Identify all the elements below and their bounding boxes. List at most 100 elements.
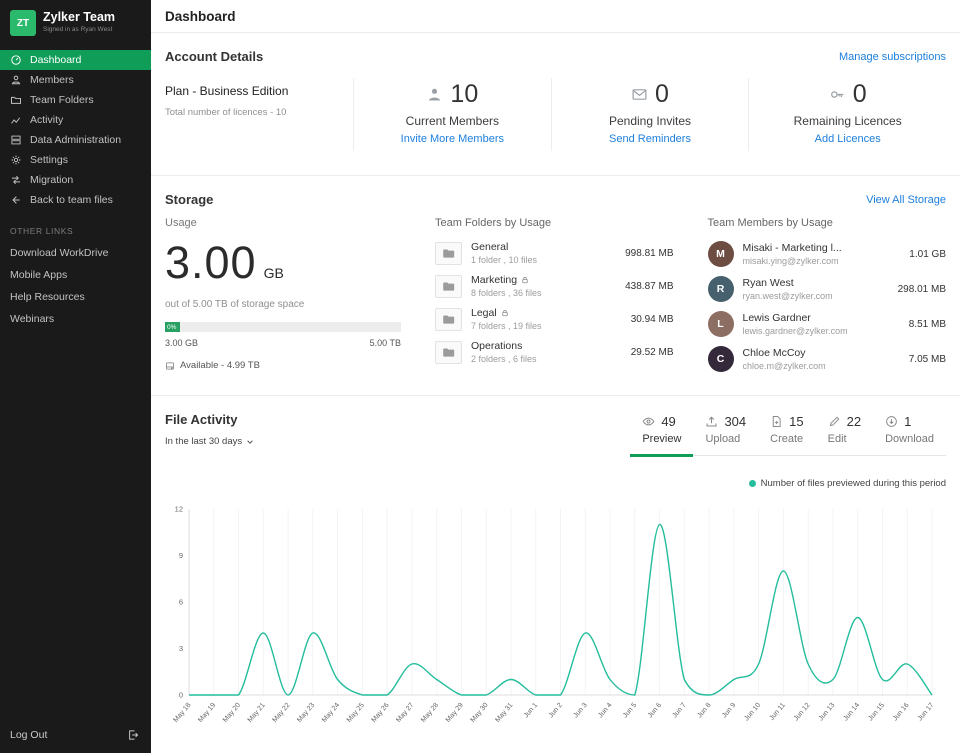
storage-section: Storage View All Storage Usage 3.00GB ou… [151,176,960,396]
svg-text:May 20: May 20 [222,702,242,724]
svg-text:12: 12 [175,505,183,514]
add-licences-link[interactable]: Add Licences [815,133,881,145]
team-folders-usage-panel: Team Folders by Usage General 1 folder ,… [435,217,674,381]
storage-usage-panel: Usage 3.00GB out of 5.00 TB of storage s… [165,217,401,381]
folder-usage-row-marketing[interactable]: Marketing 8 folders , 36 files 438.87 MB [435,274,674,298]
svg-text:Jun 5: Jun 5 [622,702,638,720]
other-links-title: OTHER LINKS [10,226,141,236]
sidebar-item-members[interactable]: Members [0,70,151,90]
app-root: ZT Zylker Team Signed in as Ryan West Da… [0,0,960,753]
avatar: L [708,311,734,337]
storage-available: Available - 4.99 TB [165,360,401,371]
sidebar-item-team-folders[interactable]: Team Folders [0,90,151,110]
member-usage-row-lewis-gardner[interactable]: L Lewis Gardner lewis.gardner@zylker.com… [708,311,947,337]
svg-text:Jun 16: Jun 16 [892,702,911,723]
account-details-title: Account Details [165,49,263,64]
svg-text:Jun 12: Jun 12 [793,702,812,723]
other-link-webinars[interactable]: Webinars [10,313,141,325]
folder-icon [435,341,462,364]
storage-progress-fill: 0% [165,322,180,332]
svg-text:Jun 15: Jun 15 [867,702,886,723]
member-usage-row-chloe-mccoy[interactable]: C Chloe McCoy chloe.m@zylker.com 7.05 MB [708,346,947,372]
sidebar-item-back-to-team-files[interactable]: Back to team files [0,190,151,210]
svg-text:Jun 8: Jun 8 [696,702,712,720]
sidebar-item-dashboard[interactable]: Dashboard [0,50,151,70]
avatar: C [708,346,734,372]
sidebar: ZT Zylker Team Signed in as Ryan West Da… [0,0,151,753]
storage-bar-min: 3.00 GB [165,338,198,348]
sidebar-item-data-administration[interactable]: Data Administration [0,130,151,150]
svg-text:Jun 4: Jun 4 [597,702,613,720]
sidebar-item-settings[interactable]: Settings [0,150,151,170]
svg-text:May 26: May 26 [371,702,391,724]
svg-text:May 19: May 19 [197,702,217,724]
folder-usage-row-legal[interactable]: Legal 7 folders , 19 files 30.94 MB [435,307,674,331]
svg-text:May 25: May 25 [346,702,366,724]
disk-icon [165,361,175,371]
main-content: Dashboard Account Details Manage subscri… [151,0,960,753]
envelope-icon [631,86,648,103]
team-folders-usage-title: Team Folders by Usage [435,217,674,229]
storage-title: Storage [165,192,213,207]
data-icon [10,134,22,146]
stat-pending-invites: 0 Pending Invites Send Reminders [551,78,749,151]
sidebar-item-migration[interactable]: Migration [0,170,151,190]
folder-icon [435,308,462,331]
svg-text:Jun 9: Jun 9 [721,702,737,720]
upload-icon [705,415,718,428]
other-links-section: OTHER LINKS Download WorkDrive Mobile App… [0,226,151,335]
svg-text:6: 6 [179,598,183,607]
lock-icon [501,309,509,317]
other-link-help-resources[interactable]: Help Resources [10,291,141,303]
svg-text:May 29: May 29 [445,702,465,724]
other-link-download-workdrive[interactable]: Download WorkDrive [10,247,141,259]
other-link-mobile-apps[interactable]: Mobile Apps [10,269,141,281]
tab-preview[interactable]: 49 Preview [630,412,693,457]
account-details-section: Account Details Manage subscriptions Pla… [151,33,960,176]
folder-icon [435,275,462,298]
folder-usage-row-general[interactable]: General 1 folder , 10 files 998.81 MB [435,241,674,265]
svg-text:May 23: May 23 [296,702,316,724]
svg-text:May 21: May 21 [247,702,267,724]
plan-info: Plan - Business Edition Total number of … [165,78,353,151]
stat-current-members: 10 Current Members Invite More Members [353,78,551,151]
team-members-usage-title: Team Members by Usage [708,217,947,229]
legend-dot [749,480,756,487]
svg-text:May 22: May 22 [272,702,292,724]
logout-button[interactable]: Log Out [0,719,151,753]
chart-legend: Number of files previewed during this pe… [165,478,946,489]
back-icon [10,194,22,206]
settings-icon [10,154,22,166]
tab-download[interactable]: 1 Download [873,412,946,455]
svg-text:Jun 17: Jun 17 [917,702,936,723]
member-usage-row-misaki-marketing-l[interactable]: M Misaki - Marketing l... misaki.ying@zy… [708,241,947,267]
person-icon [426,86,443,103]
eye-icon [642,415,655,428]
lock-icon [521,276,529,284]
svg-text:Jun 13: Jun 13 [818,702,837,723]
tab-create[interactable]: 15 Create [758,412,815,455]
avatar: M [708,241,734,267]
svg-text:Jun 14: Jun 14 [842,702,861,723]
svg-text:3: 3 [179,644,183,653]
svg-text:May 27: May 27 [395,702,415,724]
send-reminders-link[interactable]: Send Reminders [609,133,691,145]
svg-text:Jun 2: Jun 2 [548,702,564,720]
member-usage-row-ryan-west[interactable]: R Ryan West ryan.west@zylker.com 298.01 … [708,276,947,302]
svg-text:9: 9 [179,551,183,560]
dashboard-icon [10,54,22,66]
key-icon [829,86,846,103]
manage-subscriptions-link[interactable]: Manage subscriptions [839,51,946,63]
tab-edit[interactable]: 22 Edit [816,412,873,455]
date-range-filter[interactable]: In the last 30 days [165,436,254,447]
tab-upload[interactable]: 304 Upload [693,412,758,455]
storage-capacity-note: out of 5.00 TB of storage space [165,299,401,310]
migration-icon [10,174,22,186]
stat-remaining-licences: 0 Remaining Licences Add Licences [748,78,946,151]
folder-usage-row-operations[interactable]: Operations 2 folders , 6 files 29.52 MB [435,340,674,364]
sidebar-item-activity[interactable]: Activity [0,110,151,130]
invite-more-members-link[interactable]: Invite More Members [401,133,504,145]
svg-text:May 24: May 24 [321,702,341,724]
view-all-storage-link[interactable]: View All Storage [866,194,946,206]
team-members-usage-panel: Team Members by Usage M Misaki - Marketi… [708,217,947,381]
